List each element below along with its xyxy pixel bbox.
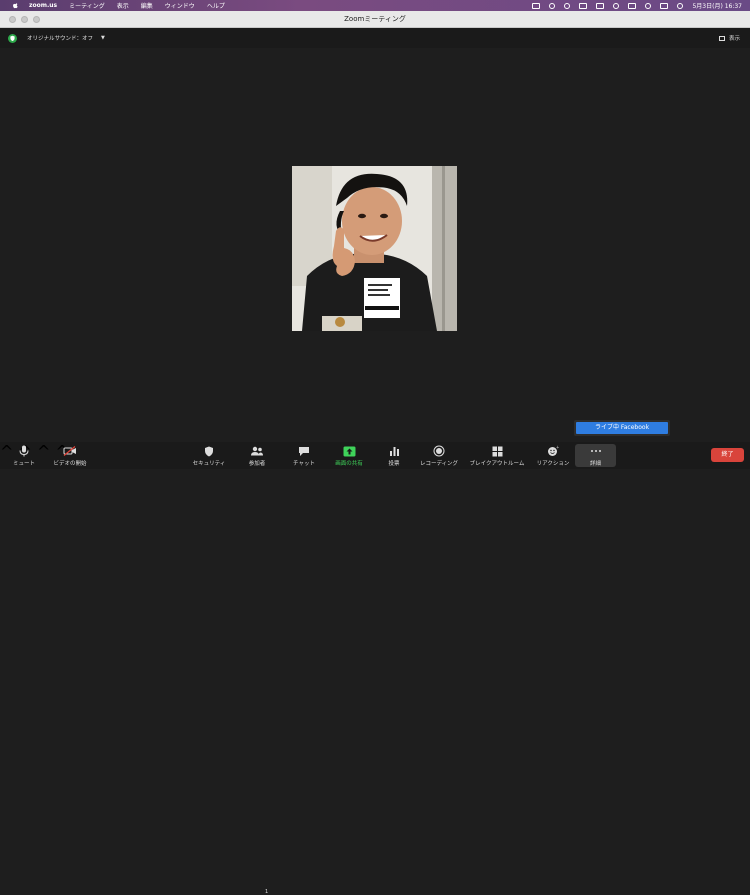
poll-label: 投票 xyxy=(388,461,400,467)
reactions-smiley-icon: + xyxy=(548,445,559,456)
participants-options-caret-icon[interactable]: ^ xyxy=(37,442,50,461)
poll-button[interactable]: 投票 xyxy=(380,444,408,467)
live-facebook-item[interactable]: ライブ中 Facebook xyxy=(576,422,668,434)
chat-label: チャット xyxy=(293,461,315,467)
menu-extra-icon[interactable] xyxy=(596,2,605,9)
menu-edit[interactable]: 編集 xyxy=(141,1,153,10)
encryption-shield-icon[interactable] xyxy=(8,34,17,43)
microphone-icon xyxy=(19,445,29,457)
mute-button[interactable]: ミュート xyxy=(10,444,38,467)
menu-help[interactable]: ヘルプ xyxy=(207,1,225,10)
breakout-rooms-button[interactable]: ブレイクアウトルーム xyxy=(467,444,527,467)
record-button[interactable]: レコーディング xyxy=(418,444,460,467)
more-dots-icon xyxy=(590,450,601,452)
control-center-icon[interactable] xyxy=(660,2,669,9)
mute-label: ミュート xyxy=(12,461,35,467)
participants-label: 参加者 xyxy=(248,461,266,467)
security-shield-icon xyxy=(205,446,213,456)
share-screen-button[interactable]: 画面の共有 xyxy=(333,444,365,467)
meeting-top-bar: オリジナルサウンド：オフ ▼ 表示 xyxy=(0,28,750,48)
menu-meeting[interactable]: ミーティング xyxy=(69,1,105,10)
reactions-label: リアクション xyxy=(536,461,570,467)
record-status-icon[interactable] xyxy=(549,2,556,9)
participant-video[interactable] xyxy=(292,166,457,331)
breakout-rooms-label: ブレイクアウトルーム xyxy=(469,461,525,467)
chat-button[interactable]: チャット xyxy=(290,444,318,467)
wifi-icon[interactable] xyxy=(564,2,571,9)
battery-icon[interactable] xyxy=(628,2,637,9)
record-icon xyxy=(433,445,445,457)
mac-menubar: zoom.us ミーティング 表示 編集 ウィンドウ ヘルプ 5月3日(月) 1… xyxy=(0,0,750,11)
video-stage xyxy=(0,48,750,442)
zoom-status-icon[interactable] xyxy=(532,2,541,9)
original-sound-toggle[interactable]: オリジナルサウンド：オフ xyxy=(27,34,93,42)
meeting-toolbar: ミュート ^ ビデオの開始 ^ セキュリティ 参加者 1 ^ チャット 画面の共… xyxy=(0,442,750,895)
participants-icon xyxy=(251,446,263,456)
end-meeting-button[interactable]: 終了 xyxy=(711,448,744,462)
record-label: レコーディング xyxy=(419,461,459,467)
apple-icon[interactable] xyxy=(12,2,19,9)
security-label: セキュリティ xyxy=(192,461,226,467)
poll-chart-icon xyxy=(389,447,399,456)
security-button[interactable]: セキュリティ xyxy=(190,444,228,467)
more-button[interactable]: 詳細 xyxy=(575,444,616,467)
menu-view[interactable]: 表示 xyxy=(117,1,129,10)
grid-view-icon xyxy=(718,35,725,41)
siri-icon[interactable] xyxy=(677,2,684,9)
video-off-icon xyxy=(63,446,76,456)
participants-button[interactable]: 参加者 xyxy=(243,444,271,467)
more-label: 詳細 xyxy=(589,461,601,467)
menu-window[interactable]: ウィンドウ xyxy=(165,1,195,10)
view-label: 表示 xyxy=(728,36,740,42)
menubar-datetime[interactable]: 5月3日(月) 16:37 xyxy=(692,1,742,10)
window-titlebar: Zoomミーティング xyxy=(0,11,750,28)
svg-text:+: + xyxy=(556,445,559,450)
share-screen-icon xyxy=(343,446,355,456)
participants-count: 1 xyxy=(265,889,269,895)
menu-app-name[interactable]: zoom.us xyxy=(29,2,57,9)
breakout-grid-icon xyxy=(492,446,502,456)
view-button[interactable]: 表示 xyxy=(718,34,740,42)
live-stream-popup: ライブ中 Facebook xyxy=(574,420,670,436)
participant-photo xyxy=(292,166,457,331)
display-icon[interactable] xyxy=(579,2,588,9)
window-title: Zoomミーティング xyxy=(344,15,406,23)
chat-icon xyxy=(299,446,309,456)
start-video-button[interactable]: ビデオの開始 xyxy=(50,444,90,467)
reactions-button[interactable]: + リアクション xyxy=(533,444,573,467)
share-screen-label: 画面の共有 xyxy=(335,461,363,467)
bluetooth-icon[interactable] xyxy=(613,2,620,9)
spotlight-icon[interactable] xyxy=(645,2,652,9)
chevron-down-icon[interactable]: ▼ xyxy=(101,35,105,41)
start-video-label: ビデオの開始 xyxy=(53,461,87,467)
